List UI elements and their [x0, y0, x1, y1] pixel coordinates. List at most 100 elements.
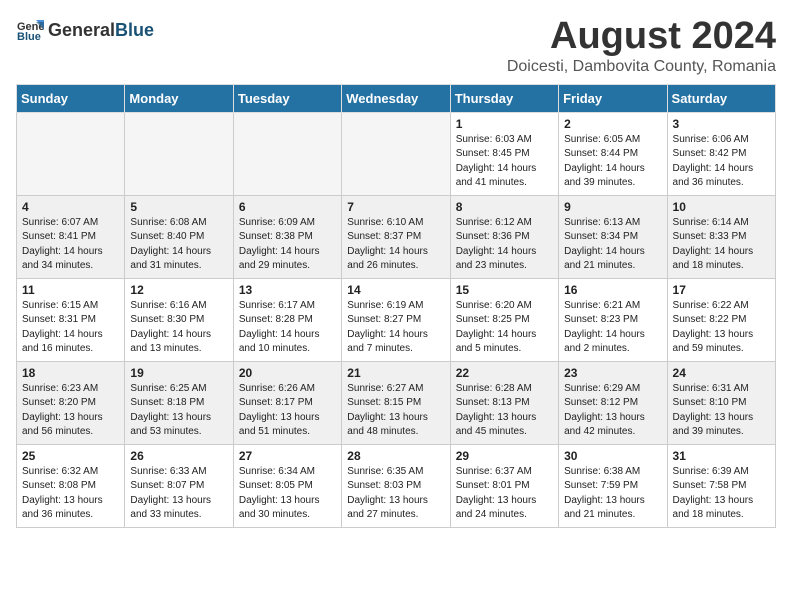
- day-info: Sunrise: 6:33 AM Sunset: 8:07 PM Dayligh…: [130, 465, 227, 523]
- day-info: Sunrise: 6:37 AM Sunset: 8:01 PM Dayligh…: [456, 465, 553, 523]
- day-info: Sunrise: 6:34 AM Sunset: 8:05 PM Dayligh…: [239, 465, 336, 523]
- day-cell: [125, 112, 233, 195]
- day-cell: 15 Sunrise: 6:20 AM Sunset: 8:25 PM Dayli…: [450, 278, 558, 361]
- day-cell: 16 Sunrise: 6:21 AM Sunset: 8:23 PM Dayli…: [559, 278, 667, 361]
- weekday-header-thursday: Thursday: [450, 84, 558, 112]
- day-cell: 14 Sunrise: 6:19 AM Sunset: 8:27 PM Dayli…: [342, 278, 450, 361]
- day-info: Sunrise: 6:13 AM Sunset: 8:34 PM Dayligh…: [564, 216, 661, 274]
- weekday-header-wednesday: Wednesday: [342, 84, 450, 112]
- day-info: Sunrise: 6:19 AM Sunset: 8:27 PM Dayligh…: [347, 299, 444, 357]
- day-info: Sunrise: 6:27 AM Sunset: 8:15 PM Dayligh…: [347, 382, 444, 440]
- day-info: Sunrise: 6:29 AM Sunset: 8:12 PM Dayligh…: [564, 382, 661, 440]
- day-cell: 24 Sunrise: 6:31 AM Sunset: 8:10 PM Dayli…: [667, 361, 775, 444]
- day-number: 19: [130, 366, 227, 380]
- day-number: 31: [673, 449, 770, 463]
- day-info: Sunrise: 6:15 AM Sunset: 8:31 PM Dayligh…: [22, 299, 119, 357]
- weekday-header-sunday: Sunday: [17, 84, 125, 112]
- day-info: Sunrise: 6:28 AM Sunset: 8:13 PM Dayligh…: [456, 382, 553, 440]
- day-cell: 26 Sunrise: 6:33 AM Sunset: 8:07 PM Dayli…: [125, 444, 233, 527]
- day-info: Sunrise: 6:05 AM Sunset: 8:44 PM Dayligh…: [564, 133, 661, 191]
- day-number: 20: [239, 366, 336, 380]
- day-number: 2: [564, 117, 661, 131]
- day-number: 16: [564, 283, 661, 297]
- logo-icon: General Blue: [16, 16, 44, 44]
- day-number: 26: [130, 449, 227, 463]
- day-number: 7: [347, 200, 444, 214]
- weekday-header-tuesday: Tuesday: [233, 84, 341, 112]
- svg-text:Blue: Blue: [17, 31, 41, 43]
- day-cell: 23 Sunrise: 6:29 AM Sunset: 8:12 PM Dayli…: [559, 361, 667, 444]
- calendar: SundayMondayTuesdayWednesdayThursdayFrid…: [16, 84, 776, 528]
- day-number: 1: [456, 117, 553, 131]
- calendar-body: 1Sunrise: 6:03 AM Sunset: 8:45 PM Daylig…: [17, 112, 776, 527]
- day-cell: 2 Sunrise: 6:05 AM Sunset: 8:44 PM Daylig…: [559, 112, 667, 195]
- day-info: Sunrise: 6:17 AM Sunset: 8:28 PM Dayligh…: [239, 299, 336, 357]
- day-number: 17: [673, 283, 770, 297]
- day-info: Sunrise: 6:06 AM Sunset: 8:42 PM Dayligh…: [673, 133, 770, 191]
- day-cell: 25 Sunrise: 6:32 AM Sunset: 8:08 PM Dayli…: [17, 444, 125, 527]
- day-info: Sunrise: 6:08 AM Sunset: 8:40 PM Dayligh…: [130, 216, 227, 274]
- day-cell: 3 Sunrise: 6:06 AM Sunset: 8:42 PM Daylig…: [667, 112, 775, 195]
- day-cell: 6Sunrise: 6:09 AM Sunset: 8:38 PM Daylig…: [233, 195, 341, 278]
- day-cell: 28Sunrise: 6:35 AM Sunset: 8:03 PM Dayli…: [342, 444, 450, 527]
- day-cell: 27 Sunrise: 6:34 AM Sunset: 8:05 PM Dayli…: [233, 444, 341, 527]
- calendar-header: SundayMondayTuesdayWednesdayThursdayFrid…: [17, 84, 776, 112]
- day-number: 10: [673, 200, 770, 214]
- day-cell: 7Sunrise: 6:10 AM Sunset: 8:37 PM Daylig…: [342, 195, 450, 278]
- day-number: 4: [22, 200, 119, 214]
- logo-blue: Blue: [115, 20, 154, 41]
- day-number: 13: [239, 283, 336, 297]
- day-number: 25: [22, 449, 119, 463]
- day-info: Sunrise: 6:38 AM Sunset: 7:59 PM Dayligh…: [564, 465, 661, 523]
- day-number: 22: [456, 366, 553, 380]
- day-number: 12: [130, 283, 227, 297]
- day-info: Sunrise: 6:21 AM Sunset: 8:23 PM Dayligh…: [564, 299, 661, 357]
- day-cell: 9 Sunrise: 6:13 AM Sunset: 8:34 PM Daylig…: [559, 195, 667, 278]
- day-cell: 10Sunrise: 6:14 AM Sunset: 8:33 PM Dayli…: [667, 195, 775, 278]
- week-row-2: 4 Sunrise: 6:07 AM Sunset: 8:41 PM Daylig…: [17, 195, 776, 278]
- day-cell: 21 Sunrise: 6:27 AM Sunset: 8:15 PM Dayli…: [342, 361, 450, 444]
- day-number: 21: [347, 366, 444, 380]
- day-cell: 19Sunrise: 6:25 AM Sunset: 8:18 PM Dayli…: [125, 361, 233, 444]
- day-cell: 12 Sunrise: 6:16 AM Sunset: 8:30 PM Dayli…: [125, 278, 233, 361]
- day-number: 3: [673, 117, 770, 131]
- day-cell: [342, 112, 450, 195]
- day-info: Sunrise: 6:23 AM Sunset: 8:20 PM Dayligh…: [22, 382, 119, 440]
- day-number: 24: [673, 366, 770, 380]
- day-number: 14: [347, 283, 444, 297]
- day-info: Sunrise: 6:32 AM Sunset: 8:08 PM Dayligh…: [22, 465, 119, 523]
- day-number: 23: [564, 366, 661, 380]
- logo: General Blue GeneralBlue: [16, 16, 154, 44]
- day-cell: 13 Sunrise: 6:17 AM Sunset: 8:28 PM Dayli…: [233, 278, 341, 361]
- day-cell: 4 Sunrise: 6:07 AM Sunset: 8:41 PM Daylig…: [17, 195, 125, 278]
- day-info: Sunrise: 6:26 AM Sunset: 8:17 PM Dayligh…: [239, 382, 336, 440]
- week-row-4: 18Sunrise: 6:23 AM Sunset: 8:20 PM Dayli…: [17, 361, 776, 444]
- day-number: 5: [130, 200, 227, 214]
- logo-wordmark: GeneralBlue: [48, 20, 154, 41]
- day-info: Sunrise: 6:07 AM Sunset: 8:41 PM Dayligh…: [22, 216, 119, 274]
- day-info: Sunrise: 6:16 AM Sunset: 8:30 PM Dayligh…: [130, 299, 227, 357]
- day-number: 8: [456, 200, 553, 214]
- day-cell: 11 Sunrise: 6:15 AM Sunset: 8:31 PM Dayli…: [17, 278, 125, 361]
- day-number: 15: [456, 283, 553, 297]
- day-cell: 20 Sunrise: 6:26 AM Sunset: 8:17 PM Dayli…: [233, 361, 341, 444]
- day-info: Sunrise: 6:31 AM Sunset: 8:10 PM Dayligh…: [673, 382, 770, 440]
- day-cell: 18Sunrise: 6:23 AM Sunset: 8:20 PM Dayli…: [17, 361, 125, 444]
- weekday-header-row: SundayMondayTuesdayWednesdayThursdayFrid…: [17, 84, 776, 112]
- week-row-1: 1Sunrise: 6:03 AM Sunset: 8:45 PM Daylig…: [17, 112, 776, 195]
- day-number: 27: [239, 449, 336, 463]
- logo-general: General: [48, 20, 115, 41]
- day-number: 28: [347, 449, 444, 463]
- day-number: 11: [22, 283, 119, 297]
- day-cell: 8Sunrise: 6:12 AM Sunset: 8:36 PM Daylig…: [450, 195, 558, 278]
- location: Doicesti, Dambovita County, Romania: [507, 58, 776, 76]
- week-row-5: 25 Sunrise: 6:32 AM Sunset: 8:08 PM Dayli…: [17, 444, 776, 527]
- month-year: August 2024: [507, 16, 776, 58]
- day-cell: 22 Sunrise: 6:28 AM Sunset: 8:13 PM Dayli…: [450, 361, 558, 444]
- day-number: 9: [564, 200, 661, 214]
- day-info: Sunrise: 6:20 AM Sunset: 8:25 PM Dayligh…: [456, 299, 553, 357]
- weekday-header-friday: Friday: [559, 84, 667, 112]
- day-cell: 5 Sunrise: 6:08 AM Sunset: 8:40 PM Daylig…: [125, 195, 233, 278]
- day-info: Sunrise: 6:39 AM Sunset: 7:58 PM Dayligh…: [673, 465, 770, 523]
- week-row-3: 11 Sunrise: 6:15 AM Sunset: 8:31 PM Dayli…: [17, 278, 776, 361]
